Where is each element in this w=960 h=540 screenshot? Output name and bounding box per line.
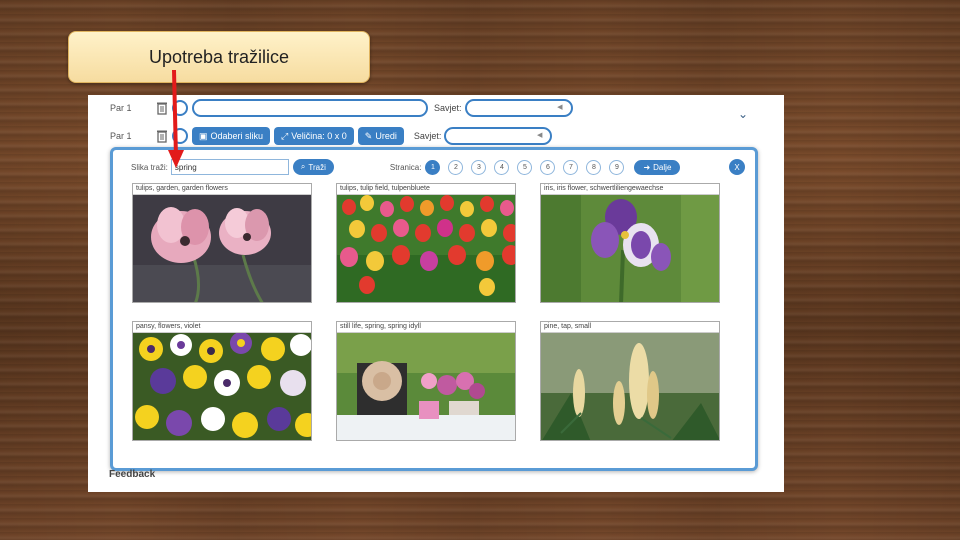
tulip-field-photo: [337, 195, 515, 302]
savjet-input[interactable]: [444, 127, 553, 145]
size-label: Veličina: 0 x 0: [291, 131, 347, 141]
iris-photo: [541, 195, 719, 302]
pair-row-1: Par 1 Savjet:: [88, 95, 573, 121]
image-caption: tulips, tulip field, tulpenbluete: [337, 184, 515, 195]
savjet-input[interactable]: [464, 99, 573, 117]
page-label: Stranica:: [389, 162, 422, 172]
image-caption: still life, spring, spring idyll: [337, 322, 515, 333]
still-life-photo: [337, 333, 515, 440]
page-button-5[interactable]: 5: [517, 159, 533, 175]
next-button[interactable]: ➜ Dalje: [634, 159, 681, 175]
chevron-down-icon[interactable]: ⌄: [738, 107, 748, 121]
feedback-link[interactable]: Feedback: [109, 469, 155, 480]
image-result[interactable]: tulips, tulip field, tulpenbluete: [336, 183, 516, 303]
callout-box: Upotreba tražilice: [68, 31, 370, 83]
search-button[interactable]: ⌕ Traži: [292, 159, 334, 175]
image-result[interactable]: pine, tap, small: [540, 321, 720, 441]
image-icon: ▣: [199, 130, 208, 141]
page-button-7[interactable]: 7: [563, 159, 579, 175]
arrow-right-icon: ➜: [643, 162, 651, 172]
search-button-label: Traži: [308, 162, 326, 172]
page-button-1[interactable]: 1: [425, 159, 441, 175]
image-search-dialog: Slika traži: ⌕ Traži Stranica: 1 2 3 4 5…: [110, 147, 758, 471]
close-button[interactable]: X: [729, 159, 745, 175]
callout-text: Upotreba tražilice: [148, 46, 290, 67]
tulips-photo: [133, 195, 311, 302]
pair-row-2: Par 1 ▣ Odaberi sliku ⤢ Veličina: 0 x 0 …: [88, 123, 553, 149]
search-toolbar: Slika traži: ⌕ Traži Stranica: 1 2 3 4 5…: [113, 158, 755, 176]
pine-photo: [541, 333, 719, 440]
edit-button[interactable]: ✎ Uredi: [357, 127, 404, 145]
trash-icon[interactable]: [156, 101, 168, 115]
page-button-4[interactable]: 4: [494, 159, 510, 175]
image-result[interactable]: pansy, flowers, violet: [132, 321, 312, 441]
resize-icon: ⤢: [281, 130, 289, 141]
size-button[interactable]: ⤢ Veličina: 0 x 0: [274, 127, 354, 145]
page-button-6[interactable]: 6: [540, 159, 556, 175]
page-button-2[interactable]: 2: [448, 159, 464, 175]
select-image-button[interactable]: ▣ Odaberi sliku: [192, 127, 271, 145]
search-input[interactable]: [170, 159, 289, 175]
trash-icon[interactable]: [156, 129, 168, 143]
search-icon: ⌕: [300, 162, 306, 171]
pansies-photo: [133, 333, 311, 440]
pair-label: Par 1: [110, 131, 132, 141]
page-button-3[interactable]: 3: [471, 159, 487, 175]
savjet-label: Savjet:: [434, 103, 462, 113]
page-button-8[interactable]: 8: [586, 159, 602, 175]
page-button-9[interactable]: 9: [609, 159, 625, 175]
savjet-label: Savjet:: [413, 131, 442, 141]
next-button-label: Dalje: [653, 162, 672, 172]
image-caption: iris, iris flower, schwertliliengewaechs…: [541, 184, 719, 195]
edit-icon: ✎: [364, 130, 373, 141]
image-caption: pansy, flowers, violet: [133, 322, 311, 333]
edit-label: Uredi: [375, 131, 397, 141]
audio-button[interactable]: [172, 100, 188, 116]
select-image-label: Odaberi sliku: [210, 131, 264, 141]
image-caption: tulips, garden, garden flowers: [133, 184, 311, 195]
pair-label: Par 1: [110, 103, 132, 113]
image-result[interactable]: still life, spring, spring idyll: [336, 321, 516, 441]
pair-text-input[interactable]: [192, 99, 428, 117]
image-result[interactable]: tulips, garden, garden flowers: [132, 183, 312, 303]
search-label: Slika traži:: [131, 162, 168, 172]
image-toggle-button[interactable]: [172, 128, 188, 144]
app-screenshot: Par 1 Savjet: ⌄ Par 1 ▣ Odaberi sliku ⤢ …: [88, 95, 784, 492]
image-result[interactable]: iris, iris flower, schwertliliengewaechs…: [540, 183, 720, 303]
image-caption: pine, tap, small: [541, 322, 719, 333]
